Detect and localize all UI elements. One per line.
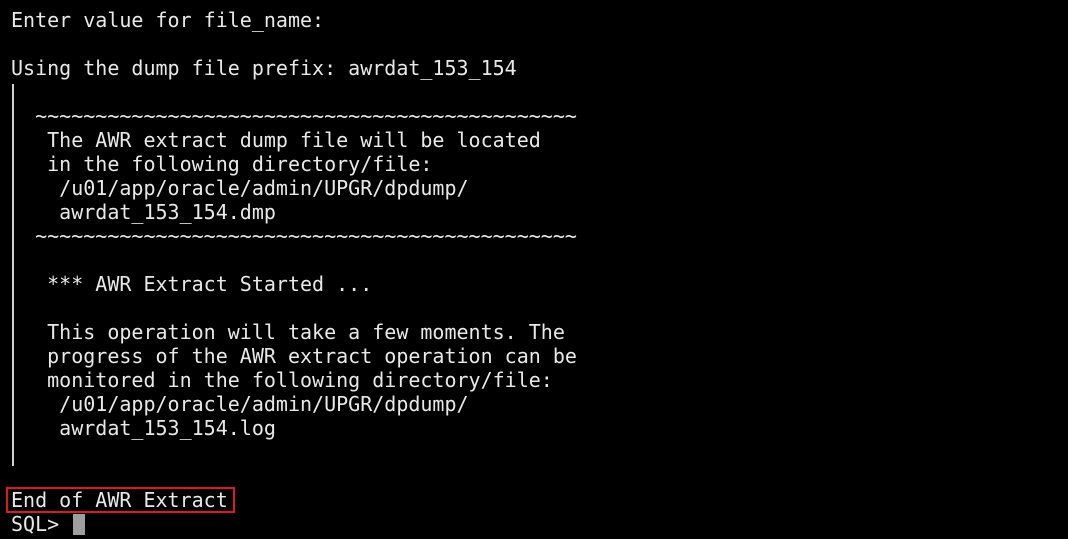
terminal-line-log-dir: /u01/app/oracle/admin/UPGR/dpdump/: [11, 392, 469, 416]
terminal-line-prompt-file-name: Enter value for file_name:: [11, 8, 325, 32]
terminal-line: The AWR extract dump file will be locate…: [11, 128, 541, 152]
sql-prompt: SQL>: [11, 512, 60, 536]
terminal-window[interactable]: Enter value for file_name: Using the dum…: [0, 0, 1068, 539]
terminal-line: in the following directory/file:: [11, 152, 433, 176]
terminal-line: This operation will take a few moments. …: [11, 320, 565, 344]
terminal-line-extract-started: *** AWR Extract Started ...: [11, 272, 373, 296]
terminal-line: progress of the AWR extract operation ca…: [11, 344, 577, 368]
terminal-line-dump-file: awrdat_153_154.dmp: [11, 200, 276, 224]
terminal-line-dump-dir: /u01/app/oracle/admin/UPGR/dpdump/: [11, 176, 469, 200]
terminal-line-separator-bottom: ~~~~~~~~~~~~~~~~~~~~~~~~~~~~~~~~~~~~~~~~…: [11, 224, 577, 248]
terminal-line-log-file: awrdat_153_154.log: [11, 416, 276, 440]
sql-prompt-line[interactable]: SQL>: [11, 512, 86, 536]
terminal-cursor: [73, 514, 86, 535]
highlight-box: [6, 487, 235, 513]
terminal-line-dump-prefix: Using the dump file prefix: awrdat_153_1…: [11, 56, 517, 80]
terminal-line: monitored in the following directory/fil…: [11, 368, 553, 392]
terminal-line-separator-top: ~~~~~~~~~~~~~~~~~~~~~~~~~~~~~~~~~~~~~~~~…: [11, 104, 577, 128]
